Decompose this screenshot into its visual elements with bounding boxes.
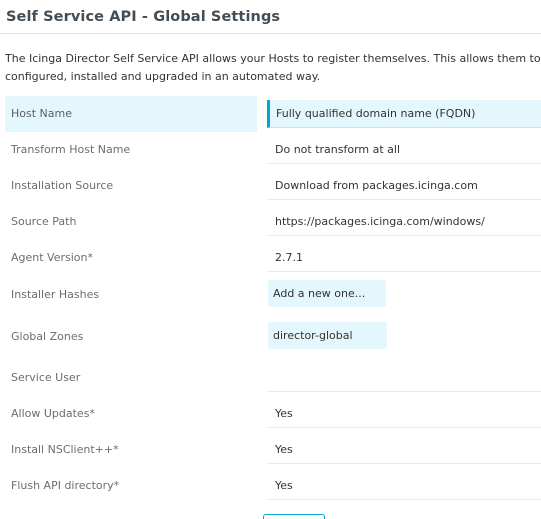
form-row-source-path: Source Path https://packages.icinga.com/… bbox=[0, 204, 541, 240]
intro-text: The Icinga Director Self Service API all… bbox=[5, 50, 541, 86]
flush-api-directory-select[interactable]: Yes bbox=[267, 472, 541, 500]
installation-source-label: Installation Source bbox=[11, 179, 114, 192]
transform-host-name-select[interactable]: Do not transform at all bbox=[267, 136, 541, 164]
submit-button[interactable] bbox=[263, 514, 325, 519]
agent-version-label: Agent Version* bbox=[11, 251, 94, 264]
installer-hashes-add-input[interactable]: Add a new one... bbox=[268, 280, 386, 307]
source-path-label: Source Path bbox=[11, 215, 77, 228]
install-nsclient-label: Install NSClient++* bbox=[11, 443, 119, 456]
installer-hashes-label: Installer Hashes bbox=[11, 288, 100, 301]
form-row-agent-version: Agent Version* 2.7.1 bbox=[0, 240, 541, 276]
global-zones-item[interactable]: director-global bbox=[268, 322, 387, 349]
allow-updates-label: Allow Updates* bbox=[11, 407, 95, 420]
transform-host-name-label: Transform Host Name bbox=[11, 143, 131, 156]
service-user-label: Service User bbox=[11, 371, 81, 384]
flush-api-directory-label: Flush API directory* bbox=[11, 479, 120, 492]
service-user-input[interactable] bbox=[267, 364, 541, 392]
form-row-service-user: Service User bbox=[0, 360, 541, 396]
form-row-allow-updates: Allow Updates* Yes bbox=[0, 396, 541, 432]
allow-updates-select[interactable]: Yes bbox=[267, 400, 541, 428]
form-row-flush-api-directory: Flush API directory* Yes bbox=[0, 468, 541, 504]
install-nsclient-select[interactable]: Yes bbox=[267, 436, 541, 464]
host-name-label: Host Name bbox=[5, 96, 257, 132]
self-service-settings-page: Self Service API - Global Settings The I… bbox=[0, 0, 541, 519]
form-row-global-zones: Global Zones director-global bbox=[0, 319, 541, 355]
intro-line-2: configured, installed and upgraded in an… bbox=[5, 70, 321, 83]
form-row-transform-host-name: Transform Host Name Do not transform at … bbox=[0, 132, 541, 168]
agent-version-input[interactable]: 2.7.1 bbox=[267, 244, 541, 272]
installation-source-select[interactable]: Download from packages.icinga.com bbox=[267, 172, 541, 200]
form-row-install-nsclient: Install NSClient++* Yes bbox=[0, 432, 541, 468]
intro-line-1: The Icinga Director Self Service API all… bbox=[5, 52, 541, 65]
form-row-installer-hashes: Installer Hashes Add a new one... bbox=[0, 277, 541, 313]
source-path-input[interactable]: https://packages.icinga.com/windows/ bbox=[267, 208, 541, 236]
global-zones-label: Global Zones bbox=[11, 330, 84, 343]
form-row-installation-source: Installation Source Download from packag… bbox=[0, 168, 541, 204]
title-divider bbox=[0, 33, 541, 34]
form-row-host-name: Host Name Fully qualified domain name (F… bbox=[0, 96, 541, 132]
page-title: Self Service API - Global Settings bbox=[6, 9, 281, 25]
host-name-select[interactable]: Fully qualified domain name (FQDN) bbox=[267, 100, 541, 128]
